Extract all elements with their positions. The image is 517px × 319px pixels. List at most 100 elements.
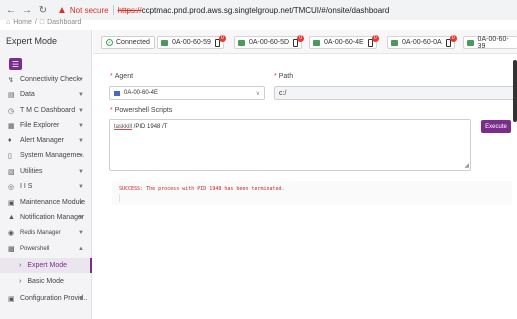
required-marker: * [274, 73, 277, 80]
phone-icon: 0 [214, 34, 226, 47]
db-icon: ▣ [8, 199, 15, 207]
doc-icon: ▯ [8, 152, 12, 160]
bell-icon: ♦ [8, 137, 12, 144]
computer-icon [161, 39, 168, 46]
agent-select[interactable]: 0A-00-60-4E ∨ [109, 86, 265, 100]
sidebar-item-label: System Manageme.. [20, 152, 85, 159]
required-marker: * [110, 107, 113, 114]
sidebar-item-label: Maintenance Module [20, 199, 85, 206]
menu-toggle-icon[interactable]: ☰ [9, 58, 22, 70]
sidebar-item-iis[interactable]: ◎ I I S ▼ [0, 179, 92, 194]
chevron-right-icon: › [19, 262, 22, 269]
chevron-down-icon: ▼ [78, 214, 84, 221]
device-tab-bar: ✓ Connected 0A-00-60-59 0 0A-00-60-5D 0 … [93, 30, 517, 54]
sidebar-item-maintenance-module[interactable]: ▣ Maintenance Module ▼ [0, 195, 92, 210]
sidebar-item-tmc-dashboard[interactable]: ◷ T M C Dashboard ▼ [0, 103, 92, 118]
scripts-label-text: Powershell Scripts [114, 107, 173, 114]
browser-toolbar: ← → ↻ ▲ Not secure https:// ccptmac.pnd.… [0, 0, 517, 20]
sidebar-item-connectivity-check[interactable]: ↯ Connectivity Check ▼ [0, 72, 92, 87]
sidebar-item-notification-manager[interactable]: ▲ Notification Manager ▼ [0, 210, 92, 225]
url-text[interactable]: ccptmac.pnd.prod.aws.sg.singtelgroup.net… [142, 6, 390, 15]
tools-icon: ▧ [8, 168, 15, 176]
output-gutter [119, 194, 120, 202]
path-input[interactable]: c:/ [274, 86, 517, 100]
home-icon[interactable]: ⌂ [6, 19, 10, 26]
chevron-down-icon: ▼ [78, 295, 84, 302]
phone-icon: 0 [293, 34, 305, 47]
sidebar-item-file-explorer[interactable]: ▦ File Explorer ▼ [0, 118, 92, 133]
device-tab[interactable]: 0A-00-60-39 [463, 35, 517, 50]
chevron-down-icon: ▼ [78, 122, 84, 129]
sidebar-item-powershell[interactable]: ▩ Powershell ▲ [0, 241, 92, 256]
breadcrumb-home[interactable]: Home [13, 19, 32, 26]
notification-badge: 0 [218, 34, 226, 42]
path-label: * Path [274, 73, 293, 80]
output-message: SUCCESS: The process with PID 1948 has b… [119, 186, 285, 192]
device-tab[interactable]: 0A-00-60-5D 0 [234, 34, 305, 49]
sidebar-subitem-label: Basic Mode [27, 278, 64, 285]
connection-status-label: Connected [116, 39, 150, 46]
not-secure-label[interactable]: Not secure [70, 6, 109, 15]
url-scheme[interactable]: https:// [118, 6, 142, 15]
device-tab[interactable]: 0A-00-60-0A 0 [387, 34, 457, 49]
warning-icon[interactable]: ▲ [57, 5, 67, 16]
computer-icon [391, 39, 398, 46]
sidebar-subitem-expert-mode[interactable]: › Expert Mode [0, 258, 92, 273]
breadcrumb-current: Dashboard [47, 19, 82, 26]
notification-badge: 0 [297, 34, 305, 42]
sidebar-subitem-basic-mode[interactable]: › Basic Mode [0, 274, 92, 289]
device-tab[interactable]: 0A-00-60-4E 0 [309, 34, 379, 49]
agent-select-value: 0A-00-60-4E [124, 90, 159, 96]
computer-icon [313, 39, 320, 46]
computer-icon [467, 39, 474, 46]
reload-icon[interactable]: ↻ [37, 4, 49, 16]
sidebar-item-alert-manager[interactable]: ♦ Alert Manager ▼ [0, 133, 92, 148]
sidebar-item-label: I I S [20, 183, 33, 190]
script-textarea[interactable]: taskkill /PID 1948 /T ◢ [109, 119, 471, 171]
execute-button[interactable]: Execute [481, 120, 511, 133]
output-console: SUCCESS: The process with PID 1948 has b… [112, 181, 512, 205]
chevron-down-icon: ▼ [78, 107, 84, 114]
sidebar-item-label: Connectivity Check [20, 76, 80, 83]
device-tab-label: 0A-00-60-59 [172, 39, 211, 46]
lock-icon: ▣ [8, 295, 15, 303]
powershell-icon: ▩ [8, 245, 15, 253]
folder-icon: ▦ [8, 122, 15, 130]
redis-icon: ◉ [8, 229, 15, 237]
clock-icon: ◷ [8, 107, 15, 115]
sidebar-item-label: Alert Manager [20, 137, 64, 144]
phone-icon: 0 [445, 34, 457, 47]
check-circle-icon: ✓ [106, 39, 113, 46]
sidebar-item-utilities[interactable]: ▧ Utilities ▼ [0, 164, 92, 179]
chevron-down-icon: ▼ [78, 183, 84, 190]
sidebar-item-redis-manager[interactable]: ◉ Redis Manager ▼ [0, 225, 92, 240]
sidebar-title: Expert Mode [6, 36, 58, 46]
device-tab-label: 0A-00-60-39 [477, 35, 509, 50]
device-tab[interactable]: 0A-00-60-59 0 [157, 34, 226, 49]
breadcrumb: ⌂ Home / □ Dashboard [6, 19, 81, 26]
path-label-text: Path [278, 73, 294, 80]
chevron-down-icon: ▼ [78, 76, 84, 83]
forward-icon[interactable]: → [21, 4, 33, 16]
sidebar-item-label: File Explorer [20, 122, 60, 129]
chevron-down-icon: ▼ [78, 152, 84, 159]
notification-badge: 0 [371, 34, 379, 42]
chevron-down-icon: ▼ [78, 199, 84, 206]
computer-icon [114, 90, 120, 96]
path-input-value: c:/ [279, 89, 287, 97]
chevron-down-icon: ▼ [78, 229, 84, 236]
dashboard-icon: □ [39, 19, 45, 26]
back-icon[interactable]: ← [5, 4, 17, 16]
sidebar-item-data[interactable]: ▤ Data ▼ [0, 87, 92, 102]
device-tab-label: 0A-00-60-0A [402, 39, 442, 46]
sidebar-item-label: Data [20, 91, 35, 98]
device-tab-label: 0A-00-60-5D [249, 39, 290, 46]
sidebar-item-label: Utilities [20, 168, 43, 175]
scrollbar[interactable] [513, 60, 517, 122]
notification-icon: ▲ [8, 214, 15, 221]
sidebar-item-system-management[interactable]: ▯ System Manageme.. ▼ [0, 148, 92, 163]
agent-label: * Agent [110, 73, 133, 80]
resize-handle-icon[interactable]: ◢ [464, 162, 469, 169]
sidebar-item-configuration-provider[interactable]: ▣ Configuration Provid.. ▼ [0, 291, 92, 306]
plug-icon: ↯ [8, 76, 14, 84]
